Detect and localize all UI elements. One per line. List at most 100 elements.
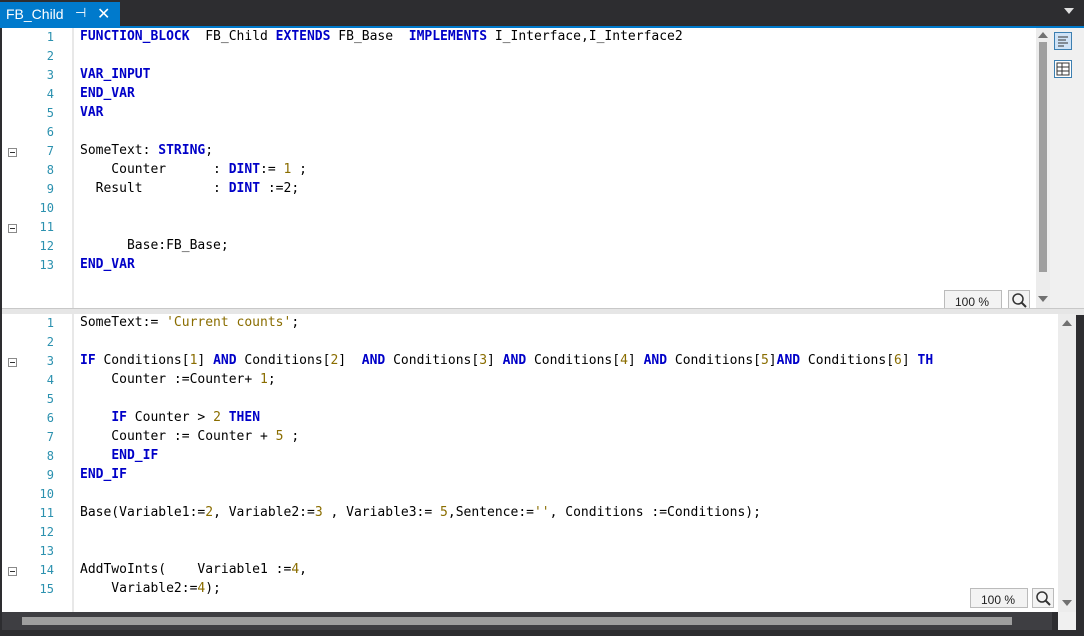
code-token: Conditions[ [95,353,190,368]
line-number: 5 [46,392,54,406]
line-number: 13 [39,258,54,272]
line-number: 13 [39,544,54,558]
line-number: 8 [46,163,54,177]
code-token: 3 [479,353,488,368]
tab-dropdown-icon[interactable] [1064,8,1074,14]
pin-icon[interactable]: ⊣ [75,5,86,21]
code-line[interactable]: Base(Variable1:=2, Variable2:=3 , Variab… [80,505,761,520]
code-line[interactable]: Result : DINT :=2; [80,181,300,196]
code-token: Conditions[ [526,353,621,368]
collapse-icon[interactable] [8,358,17,367]
zoom-level[interactable]: 100 % [944,290,1002,308]
code-token: Conditions[ [800,353,895,368]
scroll-thumb[interactable] [1039,42,1047,272]
line-number: 10 [39,201,54,215]
code-token: SomeText:= [80,315,167,330]
code-line[interactable]: FUNCTION_BLOCK FB_Child EXTENDS FB_Base … [80,29,683,44]
line-number: 10 [39,487,54,501]
code-token: 3 [314,505,323,520]
scroll-up-icon[interactable] [1062,320,1072,326]
code-line[interactable]: END_IF [80,448,158,463]
code-token: IF [80,353,96,368]
code-line[interactable]: SomeText: STRING; [80,143,213,158]
code-line[interactable]: Counter : DINT:= 1 ; [80,162,307,177]
collapse-icon[interactable] [8,224,17,233]
line-number: 2 [46,49,54,63]
code-token: TH [917,353,934,368]
code-line[interactable]: Variable2:=4); [80,581,221,596]
declaration-scrollbar[interactable] [1036,28,1050,308]
code-token: END_VAR [80,257,135,272]
code-line[interactable]: Counter :=Counter+ 1; [80,372,275,387]
text-view-icon[interactable] [1054,32,1072,50]
code-token: Counter :=Counter+ [80,372,261,387]
code-token: END_VAR [80,86,135,101]
code-line[interactable]: END_IF [80,467,127,482]
code-line[interactable]: Base:FB_Base; [80,238,229,253]
line-number: 9 [46,468,54,482]
scroll-up-icon[interactable] [1038,32,1048,38]
declaration-editor[interactable]: 100 % 1 FUNCTION_BLOCK FB_Child EXTENDS F… [2,28,1038,308]
collapse-icon[interactable] [8,148,17,157]
collapse-icon[interactable] [8,567,17,576]
code-line[interactable]: END_VAR [80,257,135,272]
code-line[interactable]: SomeText:= 'Current counts'; [80,315,299,330]
line-number: 6 [46,411,54,425]
line-number: 6 [46,125,54,139]
line-number: 11 [39,506,54,520]
code-token: FUNCTION_BLOCK [80,29,190,44]
line-number: 9 [46,182,54,196]
code-token: Counter := Counter + [80,429,276,444]
code-line[interactable]: VAR_INPUT [80,67,150,82]
code-line[interactable]: AddTwoInts( Variable1 :=4, [80,562,307,577]
zoom-icon[interactable] [1008,290,1030,308]
code-token: , Conditions :=Conditions); [549,505,761,520]
line-number: 3 [46,354,54,368]
code-token: AND [776,353,801,368]
code-line[interactable]: Counter := Counter + 5 ; [80,429,299,444]
code-token: 5 [275,429,284,444]
code-token: Conditions[ [385,353,480,368]
code-token: := [260,162,284,177]
code-token: VAR_INPUT [80,67,151,82]
code-token: FB_Base [330,29,409,44]
code-line[interactable]: IF Counter > 2 THEN [80,410,260,425]
zoom-level[interactable]: 100 % [970,588,1028,608]
horizontal-scrollbar[interactable] [2,612,1052,630]
code-token: ] [197,353,214,368]
line-number: 15 [39,582,54,596]
zoom-icon[interactable] [1032,588,1054,608]
line-number: 2 [46,335,54,349]
line-number: 8 [46,449,54,463]
line-number: 4 [46,373,54,387]
scroll-down-icon[interactable] [1062,600,1072,606]
code-token: 4 [291,562,300,577]
implementation-editor[interactable]: 100 % 1 SomeText:= 'Current counts'; 2 3 IF … [2,314,1058,612]
code-token: DINT [228,162,261,177]
table-view-icon[interactable] [1054,60,1072,78]
code-token: ] [627,353,644,368]
scroll-down-icon[interactable] [1038,296,1048,302]
code-line[interactable]: VAR [80,105,103,120]
line-number: 12 [39,239,54,253]
code-token: 'Current counts' [166,315,292,330]
code-token: AND [643,353,668,368]
code-token: IF [111,410,127,425]
code-token: ; [291,315,300,330]
code-token: :=2; [260,181,300,196]
line-number: 7 [46,144,54,158]
code-line[interactable]: IF Conditions[1] AND Conditions[2] AND C… [80,353,933,368]
close-icon[interactable]: ✕ [97,4,110,24]
tab-bar: FB_Child ⊣ ✕ [0,0,1084,28]
code-token: ] [487,353,503,368]
code-token: DINT [228,181,261,196]
implementation-scrollbar[interactable] [1058,314,1076,612]
tab-fb-child[interactable]: FB_Child ⊣ ✕ [0,2,120,28]
code-token: Variable2:= [80,581,198,596]
code-token: AddTwoInts( Variable1 := [80,562,292,577]
code-line[interactable]: END_VAR [80,86,135,101]
scroll-thumb[interactable] [22,617,1012,625]
